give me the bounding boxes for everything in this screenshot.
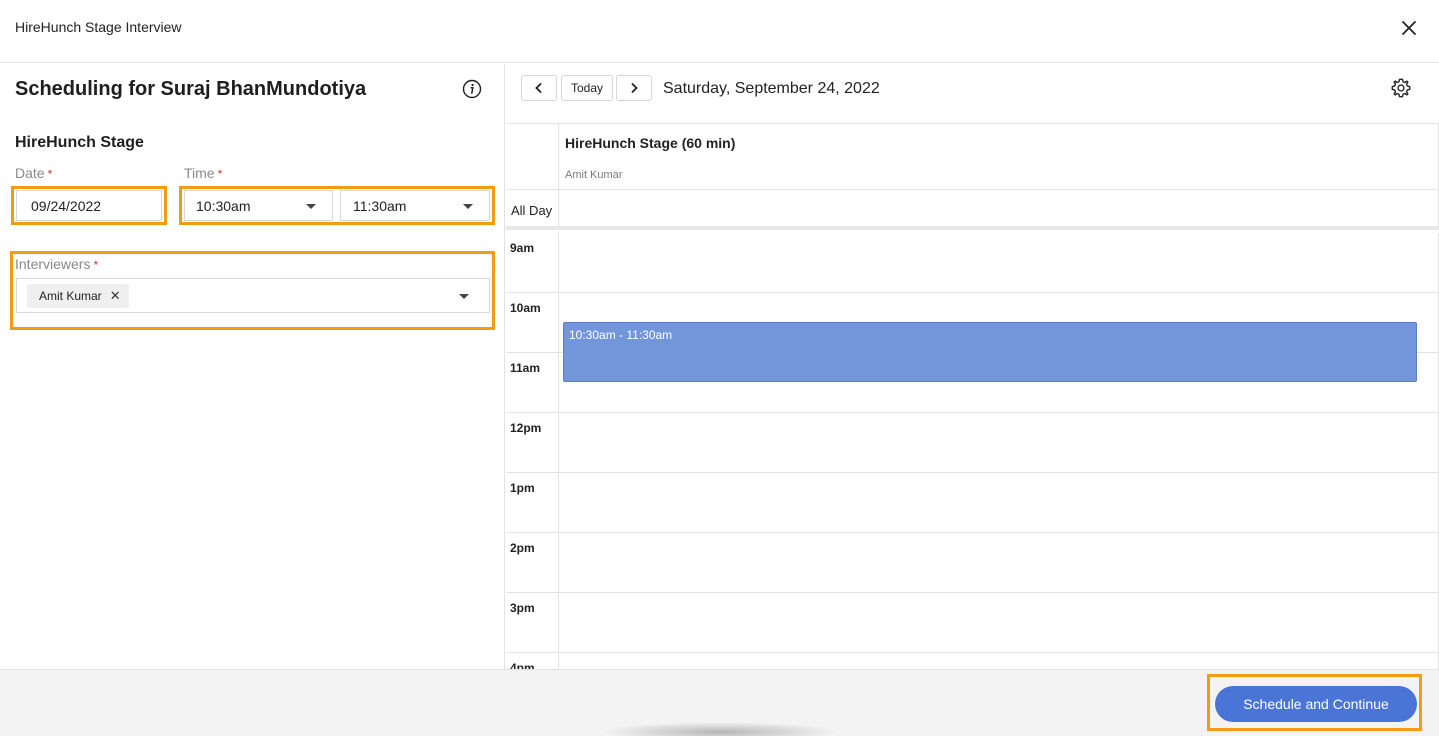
hour-label: 2pm [510, 541, 535, 555]
hour-label: 12pm [510, 421, 542, 435]
remove-chip-icon[interactable]: ✕ [110, 288, 121, 304]
chevron-down-icon [459, 294, 469, 299]
schedule-and-continue-button[interactable]: Schedule and Continue [1215, 686, 1417, 722]
calendar-toolbar: Today Saturday, September 24, 2022 [506, 64, 1439, 124]
calendar-event[interactable]: 10:30am - 11:30am [563, 322, 1417, 382]
column-title: HireHunch Stage (60 min) [565, 135, 736, 151]
date-label: Date * [15, 165, 52, 181]
hour-row: 9am [506, 233, 1439, 293]
hour-row: 3pm [506, 593, 1439, 653]
schedule-button-label: Schedule and Continue [1243, 696, 1389, 712]
required-mark: * [217, 167, 223, 181]
all-day-row: All Day [506, 190, 1439, 230]
end-time-value: 11:30am [353, 197, 407, 214]
hour-label: 9am [510, 241, 535, 255]
all-day-label: All Day [511, 203, 553, 218]
all-day-cell[interactable] [558, 190, 1439, 230]
start-time-select[interactable]: 10:30am [184, 190, 333, 221]
today-button-label: Today [570, 81, 604, 95]
hour-label: 3pm [510, 601, 535, 615]
chevron-left-icon [535, 82, 542, 94]
hour-cell[interactable] [558, 233, 1439, 293]
page-title: Scheduling for Suraj BhanMundotiya [15, 78, 367, 100]
info-icon[interactable] [462, 79, 482, 99]
date-label-text: Date [15, 165, 45, 181]
hour-label: 4pm [510, 661, 535, 669]
hour-row: 2pm [506, 533, 1439, 593]
gear-icon[interactable] [1390, 77, 1412, 99]
time-label-text: Time [184, 165, 215, 181]
close-icon[interactable] [1398, 17, 1420, 39]
interviewers-label-text: Interviewers [15, 256, 91, 272]
scheduling-form-panel: Scheduling for Suraj BhanMundotiya HireH… [0, 64, 505, 669]
footer-shadow [600, 722, 840, 736]
hour-cell[interactable] [558, 593, 1439, 653]
hour-cell[interactable] [558, 533, 1439, 593]
interviewer-chip-label: Amit Kumar [39, 289, 102, 303]
event-time-label: 10:30am - 11:30am [569, 328, 673, 342]
modal-header: HireHunch Stage Interview [0, 0, 1439, 63]
end-time-select[interactable]: 11:30am [340, 190, 490, 221]
modal-footer: Schedule and Continue [0, 669, 1439, 736]
chevron-right-icon [631, 82, 638, 94]
calendar-corner [506, 124, 558, 190]
today-button[interactable]: Today [561, 75, 613, 101]
chevron-down-icon [306, 204, 316, 209]
hour-label: 1pm [510, 481, 535, 495]
chevron-down-icon [463, 204, 473, 209]
calendar-day-view: HireHunch Stage (60 min) Amit Kumar All … [506, 124, 1439, 669]
hour-cell[interactable] [558, 653, 1439, 669]
required-mark: * [93, 258, 99, 272]
interviewers-label: Interviewers * [15, 256, 98, 272]
start-time-value: 10:30am [196, 197, 251, 214]
calendar-column-header: HireHunch Stage (60 min) Amit Kumar [558, 124, 1439, 190]
hour-label: 11am [510, 361, 541, 375]
required-mark: * [47, 167, 53, 181]
prev-day-button[interactable] [521, 75, 557, 101]
hour-row: 1pm [506, 473, 1439, 533]
interviewer-chip: Amit Kumar ✕ [27, 284, 129, 308]
hour-label: 10am [510, 301, 541, 315]
date-input[interactable]: 09/24/2022 [16, 190, 162, 221]
calendar-date-heading: Saturday, September 24, 2022 [663, 80, 880, 97]
hour-cell[interactable] [558, 473, 1439, 533]
hour-cell[interactable] [558, 413, 1439, 473]
time-label: Time * [184, 165, 222, 181]
next-day-button[interactable] [616, 75, 652, 101]
date-value: 09/24/2022 [31, 197, 102, 214]
hour-row: 12pm [506, 413, 1439, 473]
column-subtitle: Amit Kumar [565, 169, 623, 181]
close-button[interactable] [1398, 17, 1420, 39]
hour-row: 4pm [506, 653, 1439, 669]
modal-title: HireHunch Stage Interview [15, 19, 182, 35]
stage-title: HireHunch Stage [15, 134, 144, 151]
